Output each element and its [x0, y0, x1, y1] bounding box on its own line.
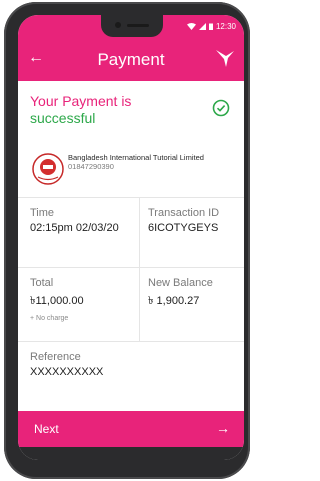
signal-icon: [198, 23, 206, 30]
transaction-cell: Transaction ID 6ICOTYGEYS: [148, 207, 219, 234]
merchant-logo: [32, 153, 64, 185]
bird-logo-icon: [216, 50, 234, 67]
success-text-successful: successful: [30, 110, 96, 126]
transaction-id-label: Transaction ID: [148, 207, 220, 219]
next-button[interactable]: Next →: [18, 411, 244, 447]
app-bar: ← Payment: [18, 39, 244, 81]
merchant-name: Bangladesh International Tutorial Limite…: [68, 153, 204, 162]
transaction-id-value: 6ICOTYGEYS: [148, 222, 219, 234]
battery-icon: [208, 23, 213, 30]
check-circle-icon: [212, 99, 230, 117]
balance-cell: New Balance ৳ 1,900.27: [148, 277, 213, 311]
merchant-details: Bangladesh International Tutorial Limite…: [68, 153, 238, 171]
speaker-icon: [127, 24, 149, 27]
divider-vertical: [139, 197, 140, 341]
status-bar: 12:30: [18, 15, 244, 39]
time-value: 02:15pm 02/03/20: [30, 222, 119, 234]
page-title: Payment: [97, 50, 165, 69]
screen: 12:30 ← Payment Your Payment is successf…: [18, 15, 244, 460]
payment-receipt: Your Payment is successful Bangladesh In…: [18, 81, 244, 411]
arrow-right-icon: →: [216, 420, 230, 436]
time-label: Time: [30, 207, 55, 219]
new-balance-value: ৳ 1,900.27: [148, 295, 200, 307]
camera-icon: [115, 22, 121, 28]
success-text-payment: Payment is: [62, 93, 132, 109]
status-time: 12:30: [215, 22, 236, 31]
reference-label: Reference: [30, 351, 81, 363]
bottom-bezel: [18, 447, 244, 460]
total-value: ৳11,000.00: [30, 295, 84, 307]
status-icons: 12:30: [186, 22, 236, 31]
phone-frame: 12:30 ← Payment Your Payment is successf…: [4, 2, 250, 479]
merchant-info: Bangladesh International Tutorial Limite…: [28, 151, 238, 191]
success-text-your: Your: [30, 93, 63, 109]
total-label: Total: [30, 277, 54, 289]
reference-value: XXXXXXXXXX: [30, 366, 104, 378]
wifi-icon: [186, 23, 196, 30]
divider: [18, 267, 244, 268]
merchant-phone: 01847290390: [68, 162, 114, 171]
camera-notch: [101, 15, 163, 37]
success-message: Your Payment is successful: [30, 93, 131, 127]
next-label: Next: [34, 422, 59, 436]
charge-note: + No charge: [30, 315, 69, 322]
new-balance-label: New Balance: [148, 277, 213, 289]
divider: [18, 341, 244, 342]
total-cell: Total ৳11,000.00 + No charge: [30, 277, 84, 322]
reference-cell: Reference XXXXXXXXXX: [30, 351, 103, 378]
time-cell: Time 02:15pm 02/03/20: [30, 207, 119, 234]
divider: [18, 197, 244, 198]
